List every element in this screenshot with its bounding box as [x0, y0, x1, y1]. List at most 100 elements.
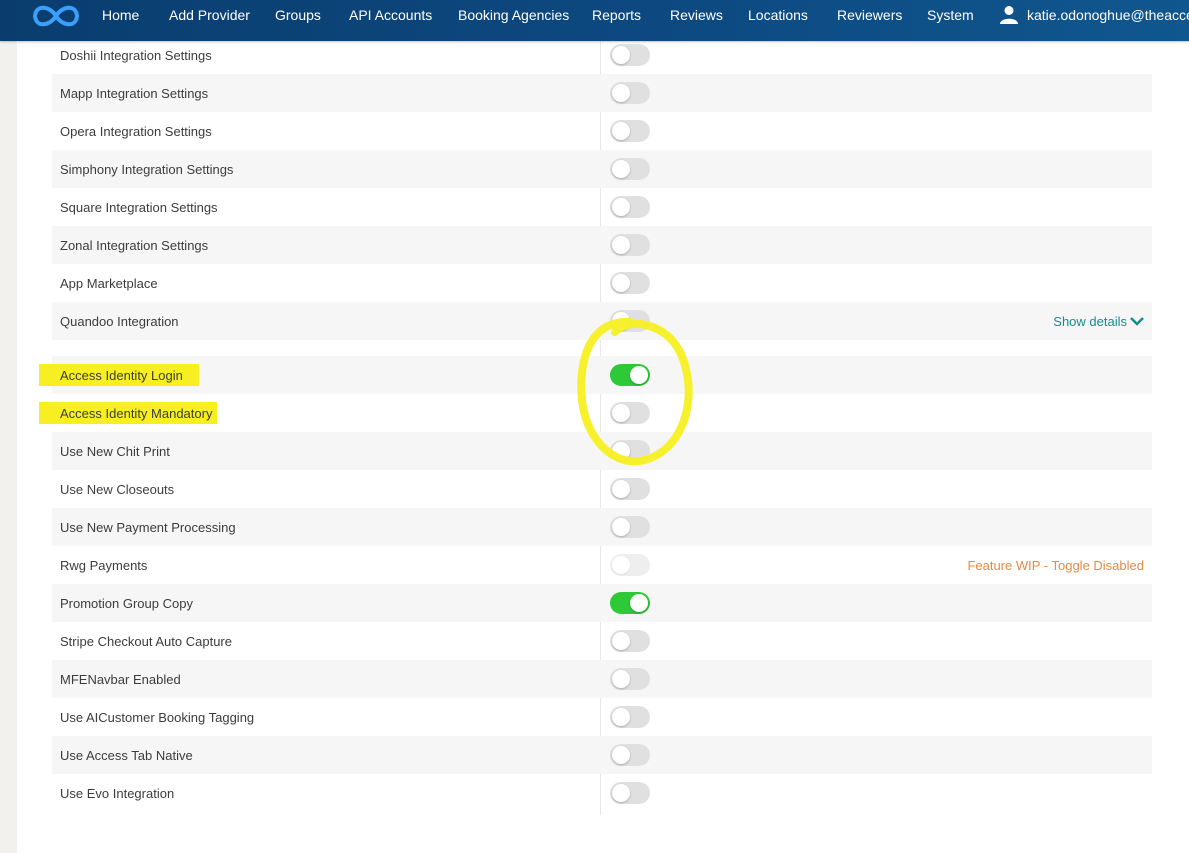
- setting-label: Doshii Integration Settings: [60, 47, 212, 63]
- toggle-knob: [612, 160, 630, 178]
- setting-toggle[interactable]: [610, 782, 650, 804]
- settings-row: Use Access Tab Native: [52, 736, 1152, 774]
- settings-row: Square Integration Settings: [52, 188, 1152, 226]
- settings-row: Use New Closeouts: [52, 470, 1152, 508]
- toggle-knob: [612, 236, 630, 254]
- nav-item-api-accounts[interactable]: API Accounts: [349, 0, 432, 30]
- settings-row: Quandoo Integration Show details: [52, 302, 1152, 340]
- setting-label: Use Access Tab Native: [60, 747, 193, 763]
- setting-toggle[interactable]: [610, 516, 650, 538]
- settings-row: Opera Integration Settings: [52, 112, 1152, 150]
- setting-label: MFENavbar Enabled: [60, 671, 181, 687]
- nav-item-reviews[interactable]: Reviews: [670, 0, 723, 30]
- setting-toggle[interactable]: [610, 82, 650, 104]
- setting-toggle[interactable]: [610, 402, 650, 424]
- settings-row: Promotion Group Copy: [52, 584, 1152, 622]
- settings-row: Stripe Checkout Auto Capture: [52, 622, 1152, 660]
- settings-row: App Marketplace: [52, 264, 1152, 302]
- setting-label: Use New Payment Processing: [60, 519, 236, 535]
- setting-toggle[interactable]: [610, 310, 650, 332]
- nav-item-groups[interactable]: Groups: [275, 0, 321, 30]
- toggle-knob: [612, 518, 630, 536]
- setting-toggle[interactable]: [610, 120, 650, 142]
- settings-row: MFENavbar Enabled: [52, 660, 1152, 698]
- settings-row: Zonal Integration Settings: [52, 226, 1152, 264]
- top-navbar: Home Add Provider Groups API Accounts Bo…: [0, 0, 1189, 41]
- toggle-knob: [612, 480, 630, 498]
- settings-row: Rwg Payments Feature WIP - Toggle Disable…: [52, 546, 1152, 584]
- setting-toggle: [610, 554, 650, 576]
- setting-toggle[interactable]: [610, 158, 650, 180]
- toggle-knob: [630, 366, 648, 384]
- setting-label: Access Identity Mandatory: [60, 405, 213, 421]
- settings-row: Doshii Integration Settings: [52, 36, 1152, 74]
- setting-label: Access Identity Login: [60, 367, 183, 383]
- feature-wip-note: Feature WIP - Toggle Disabled: [967, 557, 1144, 573]
- user-menu[interactable]: katie.odonoghue@theacces: [1000, 0, 1189, 30]
- setting-toggle[interactable]: [610, 630, 650, 652]
- setting-label: Use New Closeouts: [60, 481, 175, 497]
- user-email: katie.odonoghue@theacces: [1027, 7, 1189, 23]
- setting-label: App Marketplace: [60, 275, 158, 291]
- setting-label: Promotion Group Copy: [60, 595, 193, 611]
- toggle-knob: [612, 708, 630, 726]
- setting-label: Quandoo Integration: [60, 313, 179, 329]
- show-details-link[interactable]: Show details: [1053, 314, 1144, 329]
- toggle-knob: [612, 556, 630, 574]
- setting-label: Square Integration Settings: [60, 199, 218, 215]
- setting-label: Use Evo Integration: [60, 785, 175, 801]
- toggle-knob: [612, 442, 630, 460]
- setting-toggle[interactable]: [610, 234, 650, 256]
- nav-item-system[interactable]: System: [927, 0, 974, 30]
- setting-toggle[interactable]: [610, 196, 650, 218]
- nav-item-reports[interactable]: Reports: [592, 0, 641, 30]
- chevron-down-icon: [1130, 317, 1144, 326]
- nav-item-booking-agencies[interactable]: Booking Agencies: [458, 0, 569, 30]
- toggle-knob: [612, 274, 630, 292]
- setting-toggle[interactable]: [610, 668, 650, 690]
- settings-row: Use New Payment Processing: [52, 508, 1152, 546]
- toggle-knob: [612, 632, 630, 650]
- setting-label: Use AICustomer Booking Tagging: [60, 709, 255, 725]
- nav-item-home[interactable]: Home: [102, 0, 139, 30]
- infinity-logo-icon[interactable]: [30, 2, 82, 30]
- toggle-knob: [612, 746, 630, 764]
- setting-toggle[interactable]: [610, 364, 650, 386]
- toggle-knob: [612, 670, 630, 688]
- show-details-label: Show details: [1053, 313, 1127, 329]
- setting-toggle[interactable]: [610, 44, 650, 66]
- setting-label: Zonal Integration Settings: [60, 237, 209, 253]
- nav-item-add-provider[interactable]: Add Provider: [169, 0, 250, 30]
- toggle-knob: [612, 198, 630, 216]
- setting-label: Mapp Integration Settings: [60, 85, 209, 101]
- setting-toggle[interactable]: [610, 592, 650, 614]
- toggle-knob: [612, 122, 630, 140]
- toggle-knob: [612, 84, 630, 102]
- toggle-knob: [612, 784, 630, 802]
- toggle-knob: [612, 312, 630, 330]
- user-icon: [1000, 6, 1018, 24]
- setting-label: Rwg Payments: [60, 557, 148, 573]
- setting-label: Stripe Checkout Auto Capture: [60, 633, 232, 649]
- setting-label: Use New Chit Print: [60, 443, 170, 459]
- setting-label: Opera Integration Settings: [60, 123, 212, 139]
- toggle-knob: [630, 594, 648, 612]
- settings-panel: Doshii Integration Settings Mapp Integrat…: [17, 41, 1189, 853]
- setting-toggle[interactable]: [610, 744, 650, 766]
- settings-row: Use New Chit Print: [52, 432, 1152, 470]
- setting-toggle[interactable]: [610, 706, 650, 728]
- setting-toggle[interactable]: [610, 272, 650, 294]
- settings-row: Mapp Integration Settings: [52, 74, 1152, 112]
- setting-toggle[interactable]: [610, 440, 650, 462]
- toggle-knob: [612, 46, 630, 64]
- settings-row: Access Identity Login: [39, 356, 1152, 394]
- setting-toggle[interactable]: [610, 478, 650, 500]
- nav-item-locations[interactable]: Locations: [748, 0, 808, 30]
- settings-row: Access Identity Mandatory: [39, 394, 1152, 432]
- settings-row: Use AICustomer Booking Tagging: [52, 698, 1152, 736]
- settings-row: Simphony Integration Settings: [52, 150, 1152, 188]
- toggle-knob: [612, 404, 630, 422]
- nav-item-reviewers[interactable]: Reviewers: [837, 0, 902, 30]
- setting-label: Simphony Integration Settings: [60, 161, 234, 177]
- settings-row: Use Evo Integration: [52, 774, 1152, 812]
